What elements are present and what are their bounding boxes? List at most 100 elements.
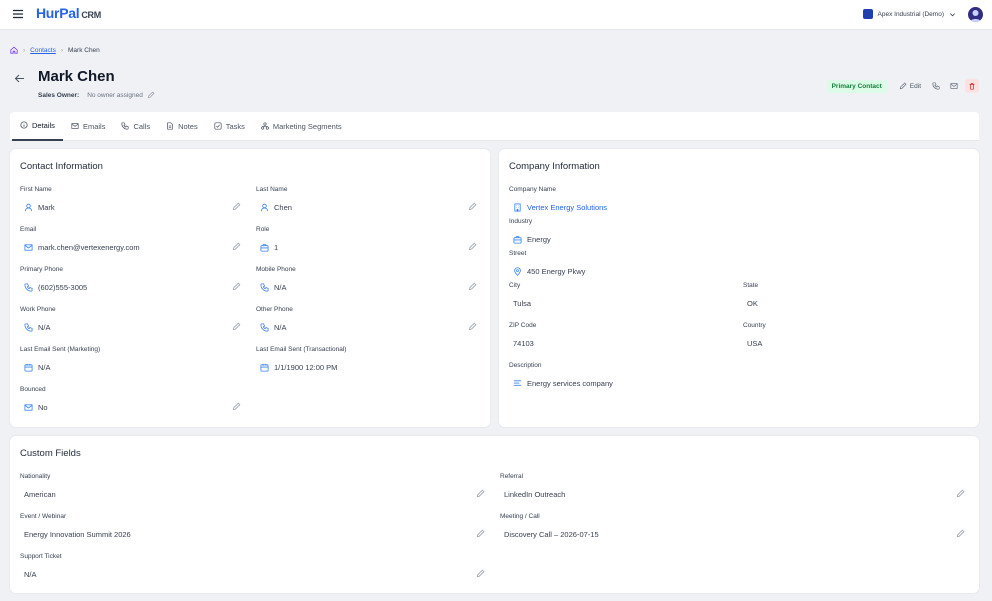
field-label: First Name	[20, 186, 52, 193]
tab-emails[interactable]: Emails	[63, 112, 114, 141]
org-switcher[interactable]: Apex Industrial (Demo)	[862, 9, 956, 19]
phone-icon	[260, 323, 269, 332]
field-label: Work Phone	[20, 306, 56, 313]
edit-button[interactable]: Edit	[895, 79, 925, 93]
edit-pencil-icon[interactable]	[476, 529, 485, 538]
field-value: N/A	[38, 363, 51, 372]
note-icon	[167, 122, 173, 130]
user-icon	[24, 203, 33, 212]
tab-details[interactable]: Details	[12, 112, 63, 141]
email-value: mark.chen@vertexenergy.com	[24, 243, 140, 252]
sales-owner-value: No owner assigned	[87, 91, 143, 99]
field-value: mark.chen@vertexenergy.com	[38, 243, 140, 252]
field-value: 1/1/1900 12:00 PM	[274, 363, 338, 372]
phone-icon	[932, 82, 940, 90]
user-avatar[interactable]	[968, 7, 983, 22]
field-value: 1	[274, 243, 279, 252]
work-phone-value: N/A	[24, 323, 51, 332]
company-information-card: Company Information Company Name Vertex …	[499, 149, 979, 427]
back-arrow-icon[interactable]	[14, 73, 25, 84]
state-value: OK	[747, 299, 758, 308]
field-value: N/A	[274, 283, 287, 292]
field-label: Referral	[500, 473, 524, 480]
edit-pencil-icon[interactable]	[232, 202, 241, 211]
field-label: Nationality	[20, 473, 51, 480]
tab-notes[interactable]: Notes	[158, 112, 206, 141]
mail-icon	[71, 123, 79, 129]
mail-icon	[24, 404, 33, 411]
tab-label: Notes	[178, 121, 198, 131]
home-icon[interactable]	[10, 46, 18, 54]
contact-information-card: Contact Information First Name Mark Last…	[10, 149, 490, 427]
tab-marketing-segments[interactable]: Marketing Segments	[253, 112, 350, 141]
field-label: Email	[20, 226, 37, 233]
other-phone-value: N/A	[260, 323, 287, 332]
edit-pencil-icon[interactable]	[468, 322, 477, 331]
edit-pencil-icon[interactable]	[468, 282, 477, 291]
field-value: Chen	[274, 203, 292, 212]
last-email-transactional-value: 1/1/1900 12:00 PM	[260, 363, 337, 372]
field-value: 450 Energy Pkwy	[527, 267, 586, 276]
field-label: Meeting / Call	[500, 513, 540, 520]
call-button[interactable]	[929, 79, 943, 93]
delete-button[interactable]	[965, 79, 979, 93]
company-name-link[interactable]: Vertex Energy Solutions	[527, 203, 607, 212]
text-lines-icon	[513, 380, 522, 386]
street-value: 450 Energy Pkwy	[513, 267, 585, 276]
menu-icon[interactable]	[12, 8, 24, 20]
referral-value: LinkedIn Outreach	[504, 490, 566, 499]
edit-pencil-icon[interactable]	[476, 569, 485, 578]
pencil-icon	[899, 82, 907, 90]
edit-pencil-icon[interactable]	[468, 242, 477, 251]
field-label: Country	[743, 322, 766, 329]
phone-icon	[121, 122, 130, 130]
edit-pencil-icon[interactable]	[956, 489, 965, 498]
edit-pencil-icon[interactable]	[232, 402, 241, 411]
bounced-value: No	[24, 403, 48, 412]
phone-icon	[260, 283, 269, 292]
building-icon	[514, 203, 521, 212]
edit-pencil-icon[interactable]	[468, 202, 477, 211]
org-icon	[862, 9, 873, 19]
pencil-icon[interactable]	[147, 91, 155, 99]
edit-pencil-icon[interactable]	[232, 282, 241, 291]
briefcase-icon	[513, 236, 522, 244]
top-bar: HurPal CRM Apex Industrial (Demo)	[0, 0, 992, 30]
custom-fields-card: Custom Fields Nationality American Refer…	[10, 436, 979, 593]
edit-pencil-icon[interactable]	[956, 529, 965, 538]
field-label: ZIP Code	[509, 322, 537, 329]
sales-owner: Sales Owner: No owner assigned	[38, 91, 155, 99]
calendar-icon	[24, 363, 33, 372]
field-label: State	[743, 282, 759, 289]
email-button[interactable]	[947, 79, 961, 93]
breadcrumb: › Contacts › Mark Chen	[10, 46, 100, 54]
last-email-marketing-value: N/A	[24, 363, 51, 372]
phone-icon	[24, 323, 33, 332]
field-label: Primary Phone	[20, 266, 63, 273]
app-logo[interactable]: HurPal CRM	[36, 5, 101, 21]
field-label: Last Email Sent (Transactional)	[256, 346, 347, 353]
event-webinar-value: Energy Innovation Summit 2026	[24, 530, 131, 539]
tab-tasks[interactable]: Tasks	[206, 112, 253, 141]
field-label: Street	[509, 250, 527, 257]
city-value: Tulsa	[513, 299, 532, 308]
field-value: No	[38, 403, 48, 412]
breadcrumb-contacts-link[interactable]: Contacts	[30, 47, 56, 54]
chevron-down-icon	[950, 12, 955, 16]
edit-pencil-icon[interactable]	[232, 322, 241, 331]
tab-calls[interactable]: Calls	[113, 112, 158, 141]
tab-label: Tasks	[225, 121, 245, 131]
field-label: Event / Webinar	[20, 513, 67, 520]
mail-icon	[24, 244, 33, 251]
trash-icon	[969, 83, 975, 90]
industry-value: Energy	[513, 235, 551, 244]
breadcrumb-current: Mark Chen	[68, 46, 100, 54]
edit-pencil-icon[interactable]	[232, 242, 241, 251]
field-label: Other Phone	[256, 306, 293, 313]
field-label: Support Ticket	[20, 553, 62, 560]
field-value: N/A	[274, 323, 287, 332]
field-label: Mobile Phone	[256, 266, 296, 273]
field-value: N/A	[38, 323, 51, 332]
edit-pencil-icon[interactable]	[476, 489, 485, 498]
field-value: Energy services company	[527, 379, 613, 388]
